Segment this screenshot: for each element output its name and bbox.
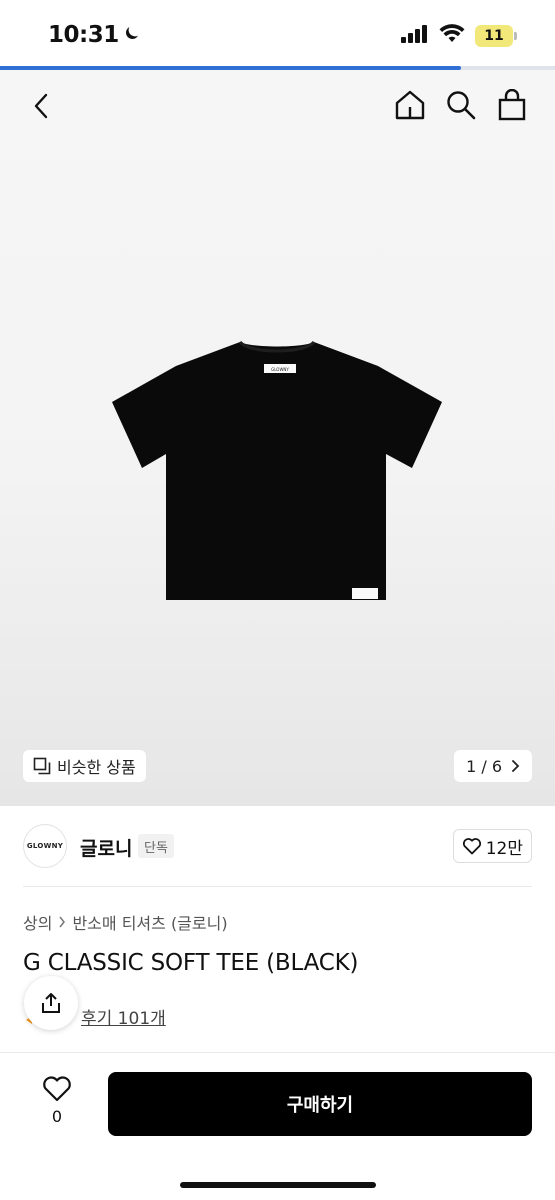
bottom-action-bar: 0 구매하기 <box>0 1052 555 1200</box>
buy-button[interactable]: 구매하기 <box>108 1072 532 1136</box>
share-icon <box>42 993 60 1013</box>
home-indicator <box>180 1182 376 1188</box>
chevron-right-icon <box>512 760 520 772</box>
similar-products-button[interactable]: 비슷한 상품 <box>23 750 146 782</box>
heart-icon <box>43 1076 71 1102</box>
similar-products-label: 비슷한 상품 <box>57 758 136 777</box>
moon-icon <box>123 22 141 48</box>
battery-indicator: 11 <box>475 25 517 47</box>
status-time: 10:31 <box>48 22 141 48</box>
image-pager-button[interactable]: 1 / 6 <box>454 750 532 782</box>
breadcrumb: 상의 반소매 티셔츠 (글로니) <box>23 910 228 934</box>
pager-text: 1 / 6 <box>466 756 502 776</box>
breadcrumb-subcategory[interactable]: 반소매 티셔츠 (글로니) <box>72 910 227 934</box>
copy-icon <box>33 757 51 775</box>
wifi-icon <box>439 24 465 48</box>
battery-level: 11 <box>484 28 504 44</box>
battery-cap <box>514 32 517 40</box>
cart-button[interactable] <box>494 86 530 124</box>
home-icon <box>395 90 425 120</box>
status-bar: 10:31 11 <box>0 0 555 70</box>
share-button[interactable] <box>24 976 78 1030</box>
battery-icon: 11 <box>475 25 513 47</box>
review-link[interactable]: 후기 101개 <box>81 1004 166 1029</box>
brand-row: GLOWNY 글로니 단독 12만 <box>0 806 555 886</box>
product-title: G CLASSIC SOFT TEE (BLACK) <box>23 950 359 976</box>
brand-logo-text: GLOWNY <box>26 842 64 850</box>
shopping-bag-icon <box>498 89 526 121</box>
home-button[interactable] <box>392 86 428 124</box>
wishlist-button[interactable]: 0 <box>30 1075 84 1126</box>
divider <box>23 886 532 887</box>
back-button[interactable] <box>24 88 60 124</box>
tee-hem-label <box>352 588 378 599</box>
time-text: 10:31 <box>48 22 119 48</box>
status-indicators: 11 <box>401 24 517 48</box>
tee-neck-brand: GLOWNY <box>271 367 289 372</box>
brand-like-count: 12만 <box>485 838 523 859</box>
brand-like-button[interactable]: 12만 <box>452 829 532 863</box>
search-button[interactable] <box>443 86 479 124</box>
product-image: GLOWNY <box>112 340 442 606</box>
signal-icon <box>401 25 429 47</box>
heart-icon <box>462 838 481 855</box>
exclusive-badge: 단독 <box>138 834 174 858</box>
breadcrumb-category[interactable]: 상의 <box>23 910 52 934</box>
search-icon <box>447 91 476 120</box>
wishlist-count: 0 <box>51 1107 63 1126</box>
brand-logo[interactable]: GLOWNY <box>23 824 67 868</box>
brand-name[interactable]: 글로니 <box>80 834 132 861</box>
product-image-gallery[interactable]: GLOWNY 비슷한 상품 1 / 6 <box>0 70 555 806</box>
chevron-left-icon <box>34 93 48 119</box>
chevron-right-icon <box>59 916 66 928</box>
